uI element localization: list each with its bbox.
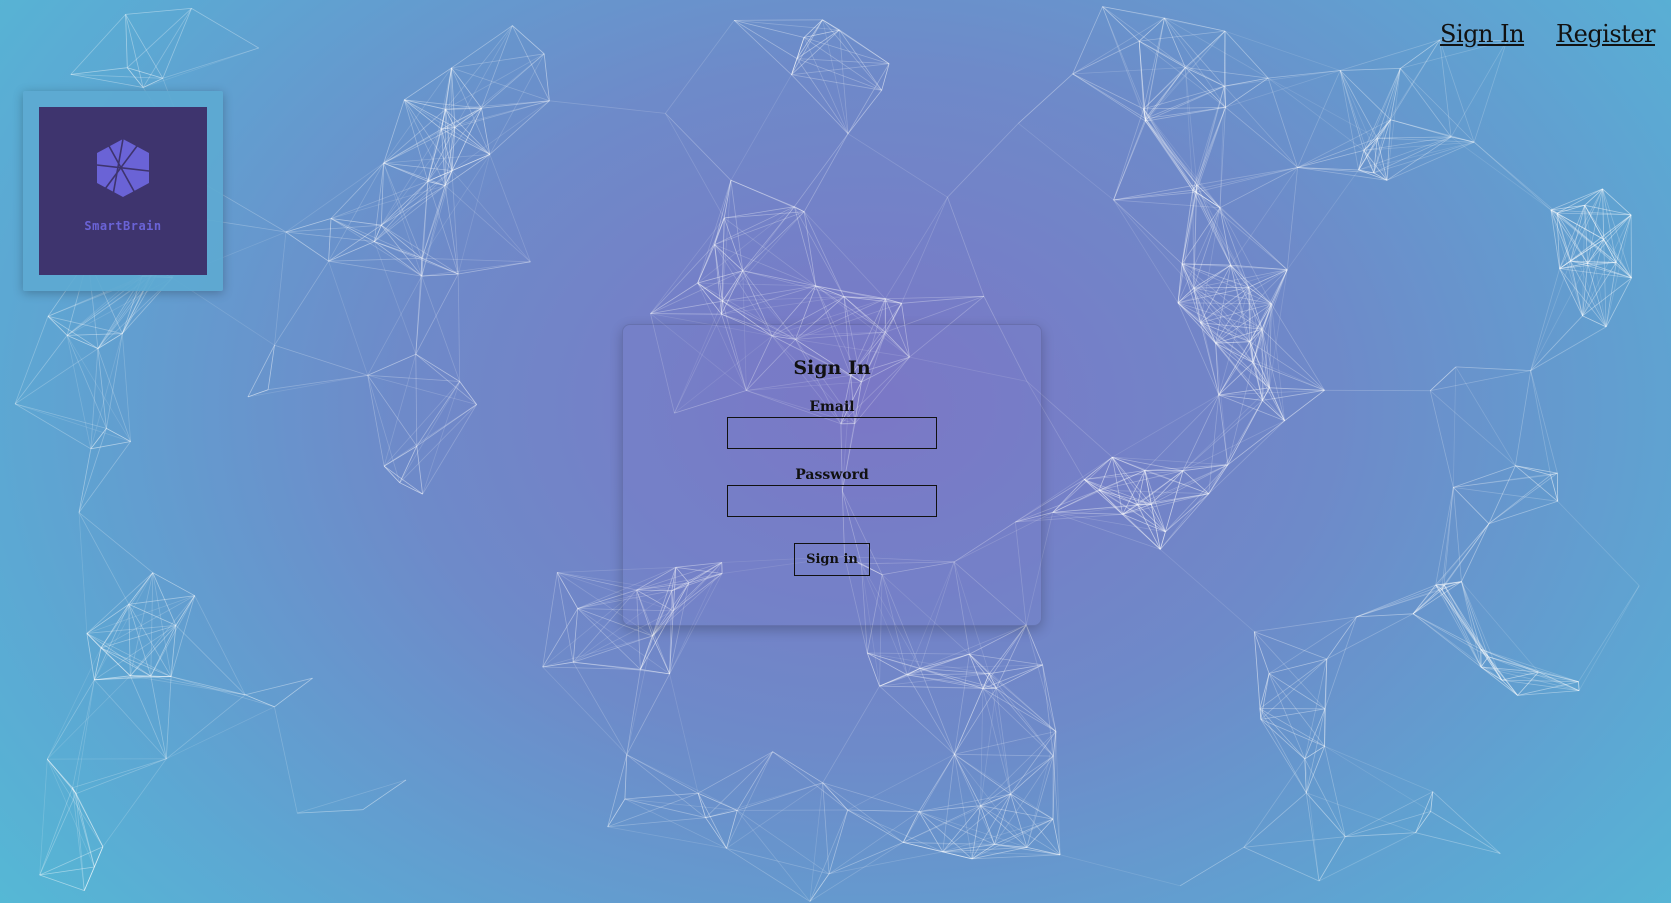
- logo-tilt-card[interactable]: SmartBrain: [23, 91, 223, 291]
- hexagon-brain-icon: [96, 138, 150, 197]
- email-field[interactable]: [727, 417, 937, 449]
- nav-sign-in-link[interactable]: Sign In: [1440, 20, 1525, 48]
- email-label: Email: [809, 399, 855, 415]
- logo: SmartBrain: [39, 107, 207, 275]
- password-label: Password: [795, 467, 869, 483]
- form-title: Sign In: [793, 357, 871, 379]
- logo-brand-name: SmartBrain: [84, 219, 162, 233]
- top-nav: Sign In Register: [1440, 20, 1655, 48]
- sign-in-form: Sign In Email Password Sign in: [622, 324, 1042, 626]
- sign-in-button[interactable]: Sign in: [794, 543, 870, 576]
- password-field[interactable]: [727, 485, 937, 517]
- nav-register-link[interactable]: Register: [1556, 20, 1655, 48]
